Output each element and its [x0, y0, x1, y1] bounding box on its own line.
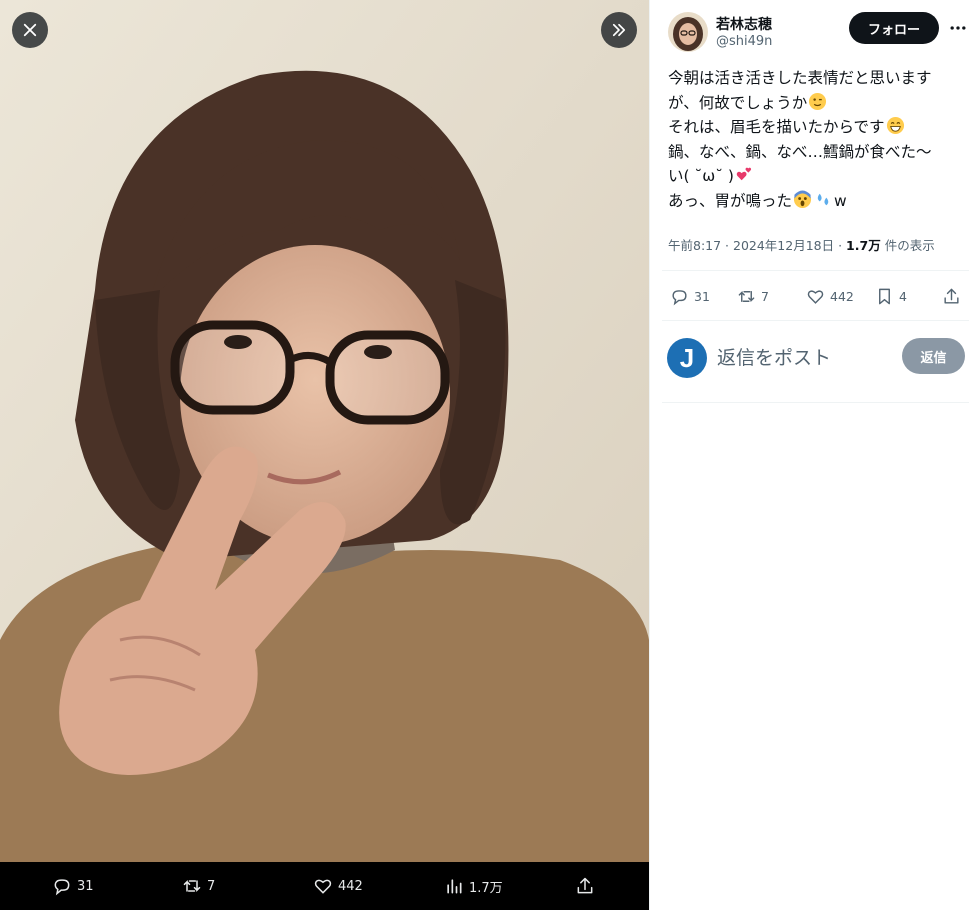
tweet-photo[interactable] [0, 0, 649, 862]
share-button[interactable] [942, 283, 961, 309]
tweet-views-count: 1.7万 [846, 238, 881, 253]
user-avatar: J [667, 338, 707, 378]
tweet-text: 今朝は活き活きした表情だと思います が、何故でしょうか それは、眉毛を描いたから… [668, 66, 968, 213]
media-action-bar: 31 7 442 1.7万 [0, 862, 649, 910]
like-icon [807, 289, 824, 304]
tweet-line: が、何故でしょうか [668, 91, 968, 116]
tweet-line: それは、眉毛を描いたからです [668, 115, 968, 140]
repost-count: 7 [761, 288, 769, 304]
media-reply-count: 31 [77, 878, 94, 894]
media-viewer: 31 7 442 1.7万 [0, 0, 649, 910]
more-button[interactable] [946, 16, 970, 40]
two-hearts-icon [736, 167, 752, 181]
close-button[interactable] [12, 12, 48, 48]
tweet-views-label: 件の表示 [884, 238, 935, 253]
author-name[interactable]: 若林志穂 [716, 14, 772, 34]
repost-icon [183, 880, 201, 892]
media-like-count: 442 [338, 878, 363, 894]
media-repost-count: 7 [207, 878, 216, 894]
tweet-panel: 若林志穂 @shi49n フォロー 今朝は活き活きした表情だと思います が、何故… [649, 0, 980, 910]
share-icon [944, 288, 959, 304]
repost-icon [738, 290, 755, 302]
winking-face-icon [809, 92, 827, 110]
like-count: 442 [830, 288, 854, 304]
tweet-line: 今朝は活き活きした表情だと思います [668, 69, 932, 87]
media-share-button[interactable] [575, 862, 595, 910]
divider [662, 270, 969, 271]
views-icon [447, 879, 462, 894]
tweet-time[interactable]: 午前8:17 [668, 238, 721, 253]
reply-icon [54, 879, 70, 896]
close-icon [23, 23, 37, 37]
tweet-line: 鍋、なべ、鍋、なべ…鱈鍋が食べた〜 [668, 142, 932, 161]
divider [662, 320, 969, 321]
author-avatar[interactable] [668, 12, 708, 52]
screaming-face-icon [793, 189, 812, 208]
repost-button[interactable]: 7 [737, 283, 769, 309]
follow-button[interactable]: フォロー [849, 12, 939, 44]
media-repost-button[interactable]: 7 [182, 862, 215, 910]
like-icon [314, 879, 332, 894]
bookmark-button[interactable]: 4 [875, 283, 907, 309]
author-handle[interactable]: @shi49n [716, 34, 772, 49]
media-views-button[interactable]: 1.7万 [444, 862, 503, 910]
tweet-date[interactable]: 2024年12月18日 [733, 238, 834, 253]
divider [662, 402, 969, 403]
next-icon [612, 23, 626, 37]
share-icon [577, 877, 593, 894]
tweet-line: い( ˘ω˘ ) [668, 164, 968, 189]
media-views-count: 1.7万 [469, 880, 503, 896]
tweet-meta: 午前8:17 · 2024年12月18日 · 1.7万 件の表示 [668, 238, 935, 253]
grinning-face-icon [886, 116, 904, 135]
reply-button[interactable]: 31 [670, 283, 710, 309]
more-icon [950, 26, 966, 30]
sweat-droplets-icon [817, 193, 829, 205]
reply-count: 31 [694, 288, 710, 304]
reply-icon [672, 289, 687, 305]
reply-submit-button[interactable]: 返信 [902, 338, 965, 374]
media-reply-button[interactable]: 31 [52, 862, 94, 910]
reply-input[interactable] [717, 343, 897, 373]
media-like-button[interactable]: 442 [313, 862, 363, 910]
tweet-line: あっ、胃が鳴った w [668, 189, 847, 210]
next-button[interactable] [601, 12, 637, 48]
bookmark-icon [879, 288, 890, 304]
like-button[interactable]: 442 [806, 283, 854, 309]
bookmark-count: 4 [899, 288, 907, 304]
